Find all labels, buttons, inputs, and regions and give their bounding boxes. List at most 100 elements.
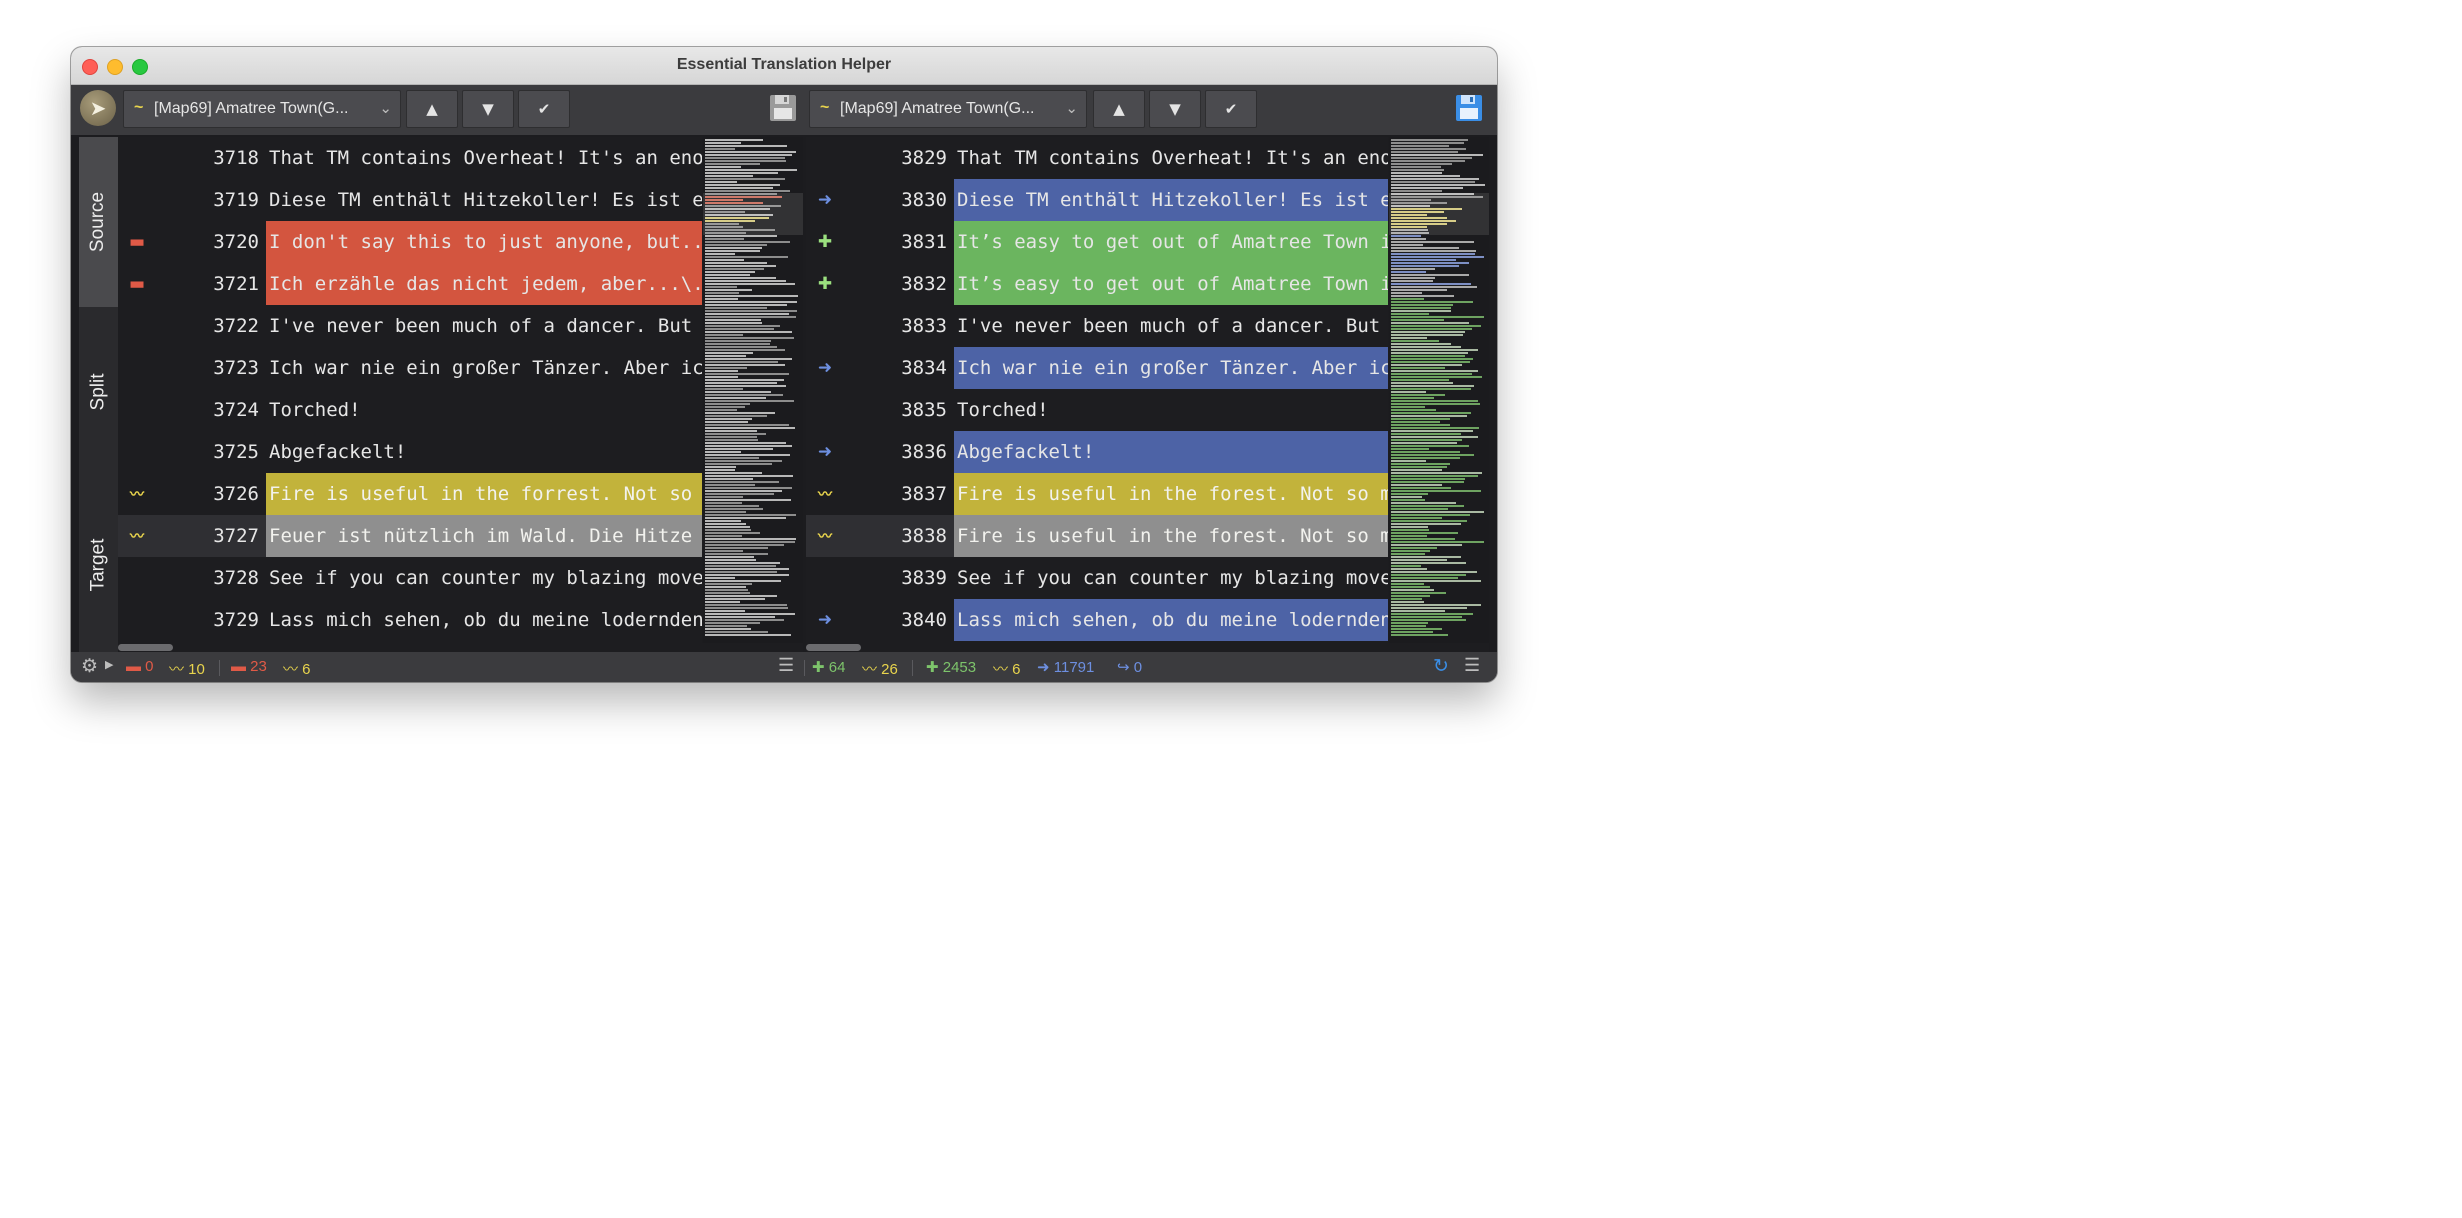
- left-save-icon[interactable]: [768, 93, 798, 123]
- diff-row[interactable]: 3724 Torched!: [118, 389, 702, 431]
- plus-marker-icon: ✚: [817, 232, 833, 252]
- scrollbar-thumb[interactable]: [806, 644, 861, 651]
- line-text[interactable]: Fire is useful in the forrest. Not so m: [266, 473, 702, 515]
- diff-row[interactable]: ➜ 3836 Abgefackelt!: [806, 431, 1388, 473]
- line-text[interactable]: Abgefackelt!: [954, 431, 1388, 473]
- minimap-line: [705, 166, 741, 168]
- left-next-diff-button[interactable]: ▼: [462, 90, 514, 128]
- line-text[interactable]: Diese TM enthält Hitzekoller! Es ist ei: [266, 179, 702, 221]
- line-text[interactable]: Torched!: [266, 389, 702, 431]
- left-prev-diff-button[interactable]: ▲: [406, 90, 458, 128]
- line-text[interactable]: Abgefackelt!: [266, 431, 702, 473]
- line-text[interactable]: I don't say this to just anyone, but...: [266, 221, 702, 263]
- right-horizontal-scrollbar[interactable]: [806, 643, 1489, 652]
- refresh-icon[interactable]: ↻: [1433, 655, 1449, 678]
- left-file-selector[interactable]: ~ [Map69] Amatree Town(G... ⌄: [123, 90, 401, 128]
- right-target-pane[interactable]: 3829 That TM contains Overheat! It's an e…: [806, 137, 1388, 643]
- minimap-viewport[interactable]: [1389, 193, 1489, 235]
- app-logo-icon[interactable]: ➤: [80, 90, 116, 126]
- line-text[interactable]: Ich war nie ein großer Tänzer. Aber ich: [266, 347, 702, 389]
- diff-row[interactable]: ✚ 3832 It’s easy to get out of Amatree Tow…: [806, 263, 1388, 305]
- minimap-line: [1391, 370, 1478, 372]
- left-minimap[interactable]: [703, 137, 803, 643]
- line-text[interactable]: Ich erzähle das nicht jedem, aber...\.: [266, 263, 702, 305]
- diff-row[interactable]: ✚ 3831 It’s easy to get out of Amatree Tow…: [806, 221, 1388, 263]
- diff-row[interactable]: 〰 3838 Fire is useful in the forest. Not s…: [806, 515, 1388, 557]
- minimap-line: [1391, 538, 1455, 540]
- right-accept-button[interactable]: ✔: [1205, 90, 1257, 128]
- line-text[interactable]: Lass mich sehen, ob du meine lodernden: [954, 599, 1388, 641]
- right-file-selector[interactable]: ~ [Map69] Amatree Town(G... ⌄: [809, 90, 1087, 128]
- diff-row[interactable]: 3835 Torched!: [806, 389, 1388, 431]
- right-minimap[interactable]: [1389, 137, 1489, 643]
- left-source-pane[interactable]: 3718 That TM contains Overheat! It's an e…: [118, 137, 702, 643]
- right-prev-diff-button[interactable]: ▲: [1093, 90, 1145, 128]
- line-text[interactable]: See if you can counter my blazing moves: [266, 557, 702, 599]
- diff-row[interactable]: 3723 Ich war nie ein großer Tänzer. Aber …: [118, 347, 702, 389]
- line-text[interactable]: Torched!: [954, 389, 1388, 431]
- left-hamburger-menu-icon[interactable]: ☰: [778, 655, 794, 676]
- diff-row[interactable]: 3725 Abgefackelt!: [118, 431, 702, 473]
- minimap-line: [705, 160, 786, 162]
- line-text[interactable]: That TM contains Overheat! It's an enor: [954, 137, 1388, 179]
- line-text[interactable]: Fire is useful in the forest. Not so mu: [954, 515, 1388, 557]
- left-accept-button[interactable]: ✔: [518, 90, 570, 128]
- diff-row[interactable]: ➜ 3834 Ich war nie ein großer Tänzer. Aber…: [806, 347, 1388, 389]
- scrollbar-thumb[interactable]: [118, 644, 173, 651]
- diff-row[interactable]: 〰 3837 Fire is useful in the forest. Not s…: [806, 473, 1388, 515]
- diff-row[interactable]: 3728 See if you can counter my blazing mo…: [118, 557, 702, 599]
- diff-row[interactable]: ➜ 3840 Lass mich sehen, ob du meine lodern…: [806, 599, 1388, 641]
- minimap-line: [705, 520, 741, 522]
- empty-marker: [118, 431, 156, 473]
- diff-row[interactable]: 3833 I've never been much of a dancer. Bu…: [806, 305, 1388, 347]
- minimap-line: [1391, 391, 1426, 393]
- line-text[interactable]: Fire is useful in the forest. Not so mu: [954, 473, 1388, 515]
- minimap-line: [705, 181, 737, 183]
- minimap-line: [705, 628, 751, 630]
- minimap-viewport[interactable]: [703, 193, 803, 235]
- tab-target[interactable]: Target: [79, 477, 118, 652]
- minimap-line: [1391, 430, 1473, 432]
- line-text[interactable]: Ich war nie ein großer Tänzer. Aber ich: [954, 347, 1388, 389]
- line-text[interactable]: That TM contains Overheat! It's an enor: [266, 137, 702, 179]
- diff-row[interactable]: 3718 That TM contains Overheat! It's an e…: [118, 137, 702, 179]
- tab-source[interactable]: Source: [79, 137, 118, 307]
- diff-row[interactable]: 〰 3726 Fire is useful in the forrest. Not …: [118, 473, 702, 515]
- diff-row[interactable]: 3719 Diese TM enthält Hitzekoller! Es ist…: [118, 179, 702, 221]
- diff-row[interactable]: 3829 That TM contains Overheat! It's an e…: [806, 137, 1388, 179]
- line-text[interactable]: It’s easy to get out of Amatree Town if: [954, 221, 1388, 263]
- minimap-line: [705, 286, 737, 288]
- minimap-line: [1391, 580, 1481, 582]
- line-text[interactable]: I've never been much of a dancer. But I: [954, 305, 1388, 347]
- tab-split[interactable]: Split: [79, 307, 118, 477]
- diff-row[interactable]: 3729 Lass mich sehen, ob du meine lodernd…: [118, 599, 702, 641]
- minimap-line: [1391, 466, 1447, 468]
- empty-marker: [118, 137, 156, 179]
- empty-marker: [806, 389, 844, 431]
- minimap-line: [705, 508, 763, 510]
- diff-row[interactable]: 3839 See if you can counter my blazing mo…: [806, 557, 1388, 599]
- minimap-line: [1391, 631, 1433, 633]
- minimap-line: [705, 376, 738, 378]
- diff-row[interactable]: ➜ 3830 Diese TM enthält Hitzekoller! Es is…: [806, 179, 1388, 221]
- minimap-line: [1391, 550, 1430, 552]
- minimap-line: [1391, 595, 1430, 597]
- line-text[interactable]: It’s easy to get out of Amatree Town if: [954, 263, 1388, 305]
- line-text[interactable]: Diese TM enthält Hitzekoller! Es ist ei: [954, 179, 1388, 221]
- line-text[interactable]: I've never been much of a dancer. But I: [266, 305, 702, 347]
- minimap-line: [1391, 388, 1471, 390]
- right-save-icon[interactable]: [1454, 93, 1484, 123]
- line-text[interactable]: Feuer ist nützlich im Wald. Die Hitze d: [266, 515, 702, 557]
- diff-row[interactable]: 3722 I've never been much of a dancer. Bu…: [118, 305, 702, 347]
- diff-row[interactable]: ▬ 3721 Ich erzähle das nicht jedem, aber..…: [118, 263, 702, 305]
- minimap-line: [1391, 460, 1426, 462]
- gear-icon[interactable]: ⚙: [81, 655, 98, 678]
- expand-arrow-icon[interactable]: ▶: [105, 658, 113, 671]
- diff-row[interactable]: 〰 3727 Feuer ist nützlich im Wald. Die Hit…: [118, 515, 702, 557]
- right-next-diff-button[interactable]: ▼: [1149, 90, 1201, 128]
- diff-row[interactable]: ▬ 3720 I don't say this to just anyone, bu…: [118, 221, 702, 263]
- right-hamburger-menu-icon[interactable]: ☰: [1464, 655, 1480, 676]
- line-text[interactable]: See if you can counter my blazing moves: [954, 557, 1388, 599]
- left-horizontal-scrollbar[interactable]: [118, 643, 803, 652]
- line-text[interactable]: Lass mich sehen, ob du meine lodernden: [266, 599, 702, 641]
